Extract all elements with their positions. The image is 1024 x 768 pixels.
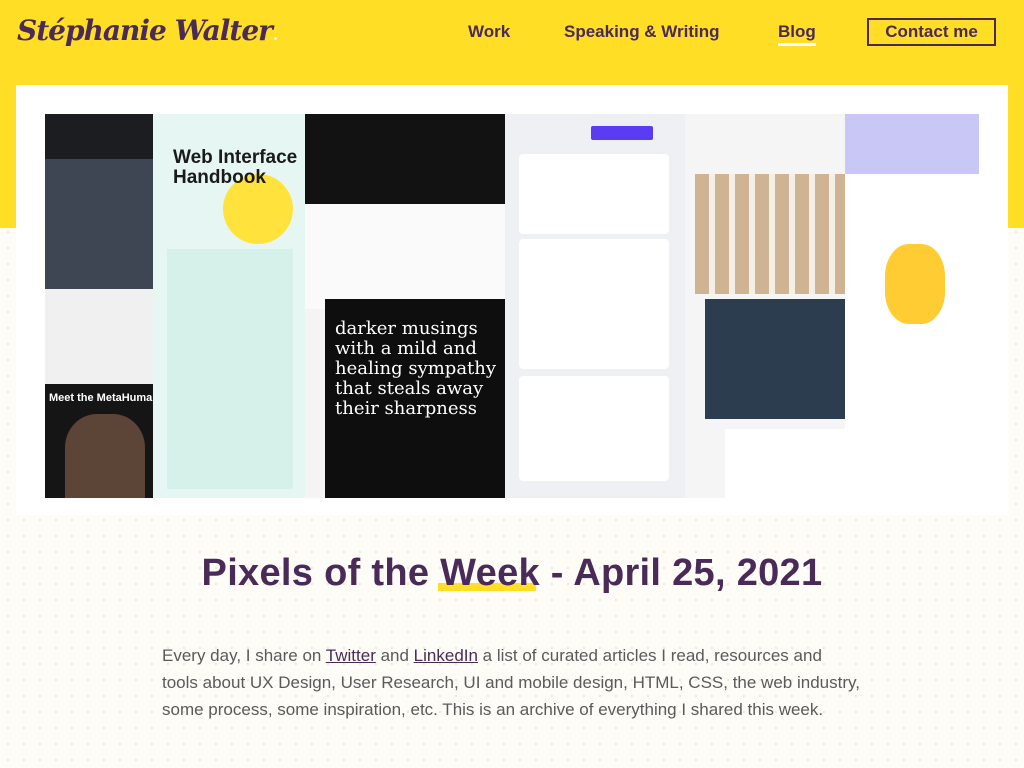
collage-column-4 xyxy=(505,114,685,498)
page-title: Pixels of the Week - April 25, 2021 xyxy=(201,552,823,594)
collage-column-3: darker musings with a mild and healing s… xyxy=(305,114,505,498)
nav-item-speaking-writing[interactable]: Speaking & Writing xyxy=(564,22,720,42)
metahumans-text: Meet the MetaHumans xyxy=(49,392,153,404)
poem-text: darker musings with a mild and healing s… xyxy=(335,318,497,419)
site-header: Stéphanie Walter Work Speaking & Writing… xyxy=(0,0,1024,66)
hero-collage-image: Meet the MetaHumans Web Interface Handbo… xyxy=(45,114,979,498)
contact-button[interactable]: Contact me xyxy=(867,18,996,46)
linkedin-link[interactable]: LinkedIn xyxy=(414,646,478,665)
nav-item-blog[interactable]: Blog xyxy=(778,22,816,46)
intro-paragraph: Every day, I share on Twitter and Linked… xyxy=(162,646,860,719)
collage-column-1: Meet the MetaHumans xyxy=(45,114,153,498)
collage-column-6 xyxy=(845,114,979,498)
bird-illustration xyxy=(885,244,945,324)
title-highlight: Week xyxy=(438,552,540,594)
twitter-link[interactable]: Twitter xyxy=(326,646,376,665)
nav-item-work[interactable]: Work xyxy=(468,22,510,42)
book-title: Web Interface Handbook xyxy=(173,147,298,188)
collage-column-5 xyxy=(685,114,845,498)
collage-column-2: Web Interface Handbook xyxy=(153,114,305,498)
face-image xyxy=(65,414,145,498)
hero-card: Meet the MetaHumans Web Interface Handbo… xyxy=(16,85,1008,515)
